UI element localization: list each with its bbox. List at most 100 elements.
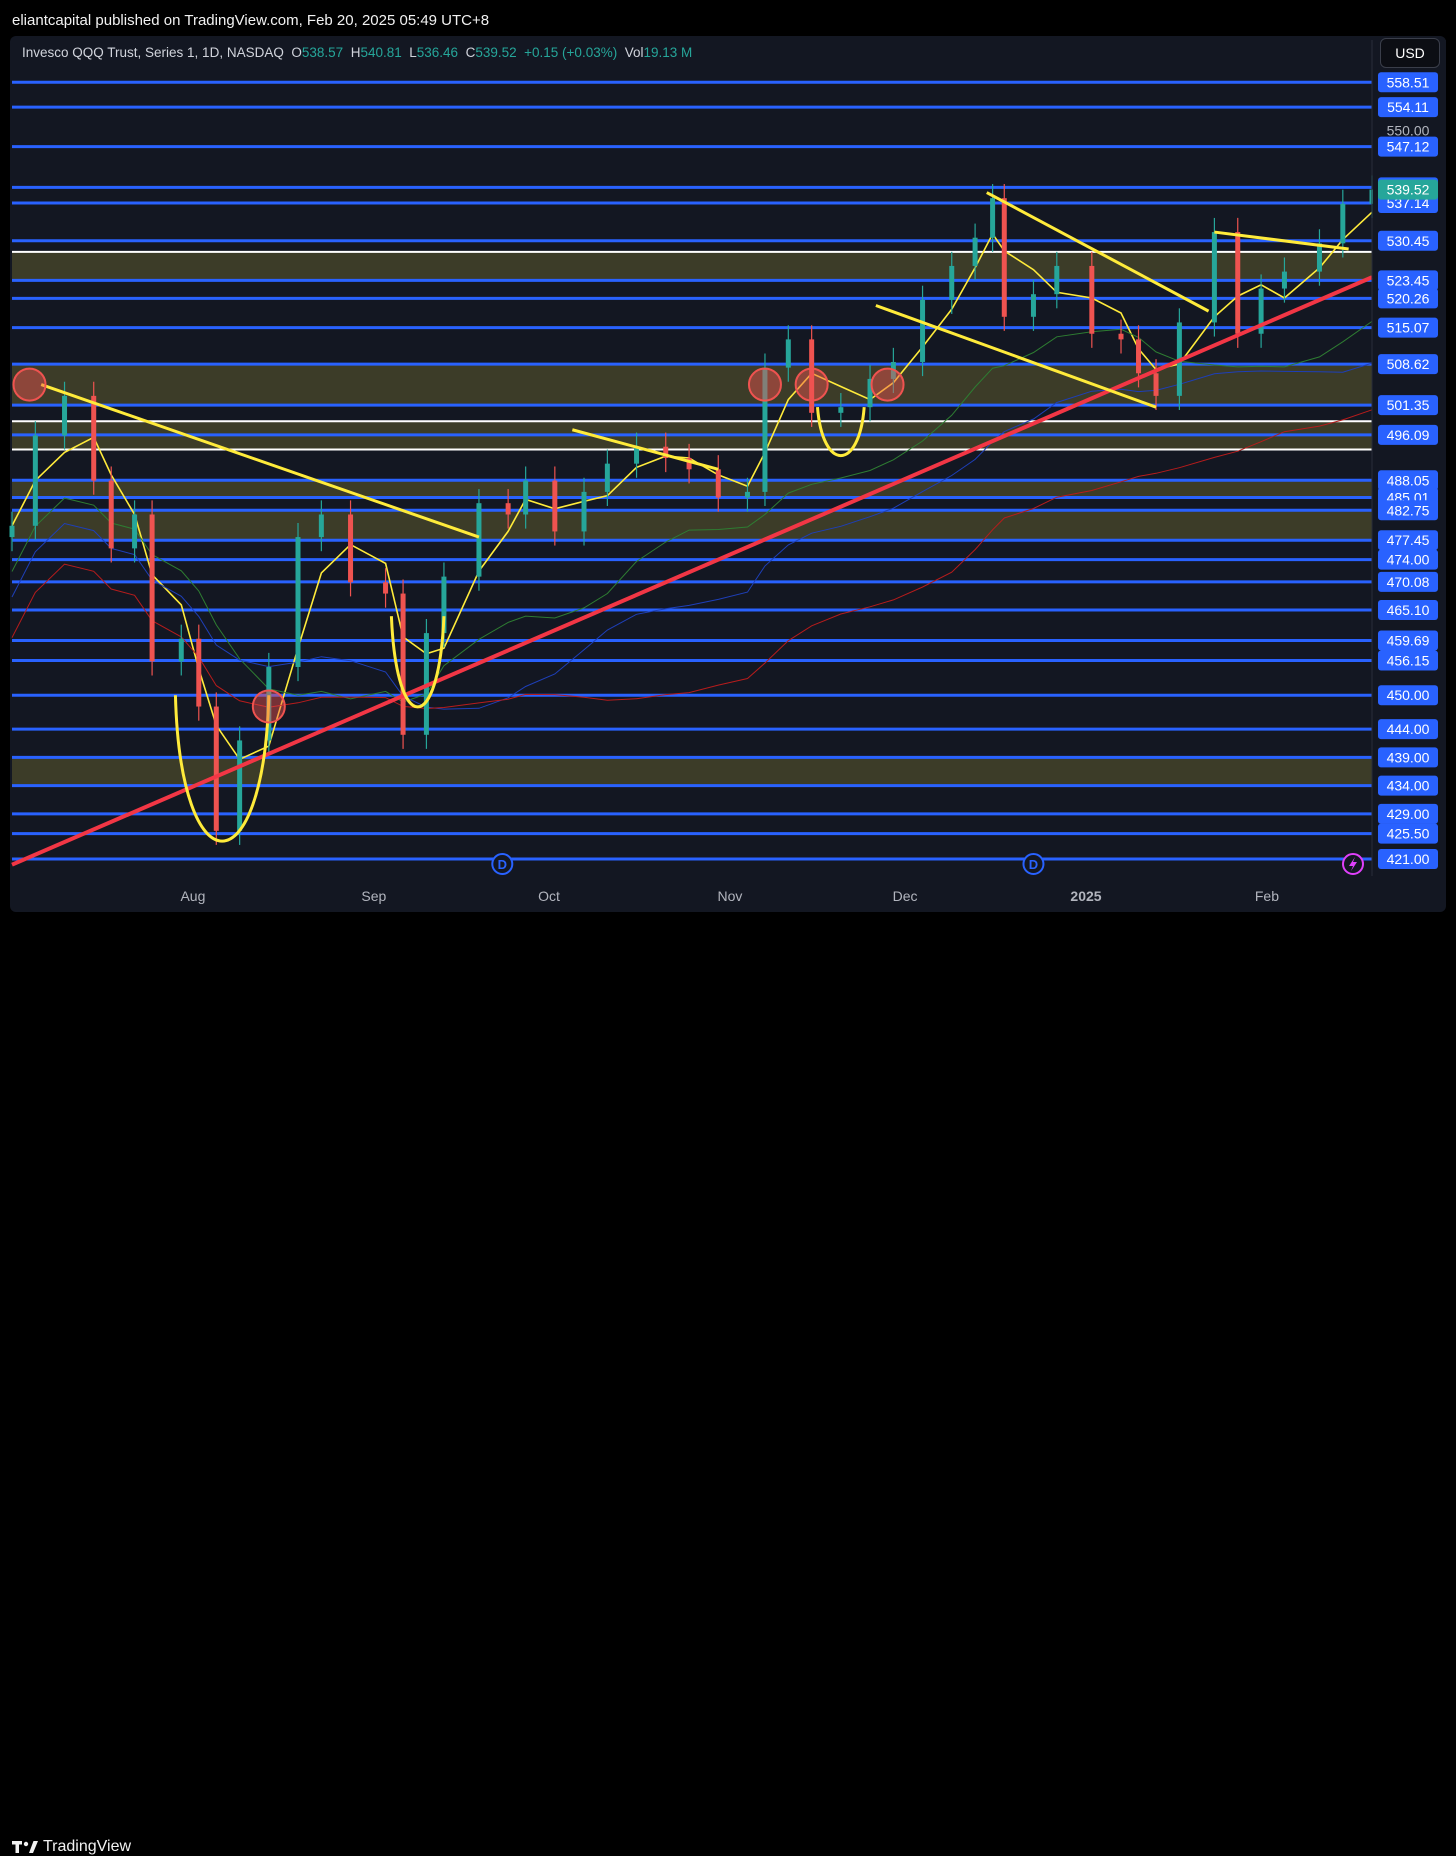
footer-bar: TradingView [0,914,1456,1855]
high-label: H [350,45,361,60]
candle-body [9,525,15,538]
candle-body [1211,232,1217,323]
time-tick-label: Aug [180,888,205,904]
price-label-text: 508.62 [1387,356,1430,372]
price-axis: 550.00558.51554.11547.12539.91537.14530.… [1371,40,1446,876]
candle-body [108,480,114,549]
support-zone [12,510,1372,541]
volume-label: Vol [624,45,644,60]
time-tick-label: Oct [538,888,560,904]
support-zone [12,251,1372,281]
price-label-text: 482.75 [1387,502,1430,518]
highlight-circle [747,367,782,402]
price-label-text: 425.50 [1387,826,1430,842]
tradingview-logo-icon [12,1841,38,1853]
candle-body [149,514,155,662]
candle-body [634,446,640,464]
price-label-text: 515.07 [1387,320,1430,336]
event-markers: DD [491,853,1364,875]
candle-body [972,237,978,266]
candle-body [1054,265,1060,295]
candle-body [318,514,324,538]
candle-body [295,537,301,667]
candle-body [1281,271,1287,289]
low-label: L [409,45,417,60]
candle-body [62,395,68,436]
price-label-text: 444.00 [1387,721,1430,737]
close-label: C [465,45,476,60]
candle-body [1136,339,1142,374]
time-tick-label: Sep [361,888,386,904]
candle-body [604,463,610,492]
price-label-text: 456.15 [1387,653,1430,669]
price-label-text: 501.35 [1387,397,1430,413]
candle-body [383,582,389,594]
highlight-circle [12,367,47,402]
candle-body [348,514,354,583]
candle-body [744,491,750,498]
time-tick-label: Feb [1255,888,1279,904]
candle-body [552,480,558,532]
candle-body [178,638,184,662]
last-price-text: 539.52 [1387,182,1430,198]
price-label-text: 474.00 [1387,552,1430,568]
price-label-text: 434.00 [1387,778,1430,794]
time-tick-label: Nov [717,888,742,904]
time-tick-label: 2025 [1070,888,1101,904]
price-chart[interactable]: 550.00558.51554.11547.12539.91537.14530.… [0,0,1456,954]
candle-body [196,638,202,707]
candle-body [505,503,511,515]
price-label-text: 470.08 [1387,574,1430,590]
candle-body [91,395,97,481]
candle-body [1118,333,1124,340]
open-value: 538.57 [301,45,344,60]
price-label-text: 523.45 [1387,272,1430,288]
price-label-text: 496.09 [1387,427,1430,443]
price-label-text: 450.00 [1387,687,1430,703]
candle-body [581,491,587,532]
candle-body [523,480,529,515]
candle-body [838,407,844,413]
candle-body [715,469,721,498]
price-label-text: 520.26 [1387,290,1430,306]
close-value: 539.52 [475,45,517,60]
dividend-marker-label: D [1029,857,1038,872]
price-label-text: 421.00 [1387,851,1430,867]
price-label-text: 554.11 [1387,99,1429,115]
highlight-circle [794,367,829,402]
open-label: O [291,45,302,60]
price-label-text: 439.00 [1387,749,1430,765]
support-zone [12,480,1372,498]
price-label-text: 459.69 [1387,633,1430,649]
tradingview-brand[interactable]: TradingView [12,1838,131,1856]
low-value: 536.46 [416,45,459,60]
price-label-text: 547.12 [1387,139,1430,155]
candle-body [237,740,243,831]
candle-body [1089,265,1095,334]
support-zone [12,364,1372,406]
currency-button[interactable]: USD [1380,38,1440,68]
price-label-text: 477.45 [1387,532,1430,548]
change-value: +0.15 (+0.03%) [524,45,618,60]
highlight-circle [251,689,286,724]
candle-body [32,435,38,526]
time-axis: Aug Sep Oct Nov Dec 2025 Feb [180,888,1279,904]
high-value: 540.81 [360,45,402,60]
candle-body [1316,243,1322,272]
candle-body [920,299,926,362]
candle-body [1001,198,1007,317]
candle-body [400,593,406,735]
candle-body [1340,203,1346,244]
time-tick-label: Dec [893,888,918,904]
highlight-circle [870,367,905,402]
brand-name: TradingView [43,1838,132,1855]
price-label-text: 530.45 [1387,233,1430,249]
candle-body [949,265,955,300]
candle-body [990,198,996,238]
candle-body [476,503,482,577]
candle-body [785,339,791,368]
volume-value: 19.13 M [643,45,693,60]
price-label-text: 488.05 [1387,472,1430,488]
candle-body [132,514,138,549]
candle-body [213,706,219,831]
